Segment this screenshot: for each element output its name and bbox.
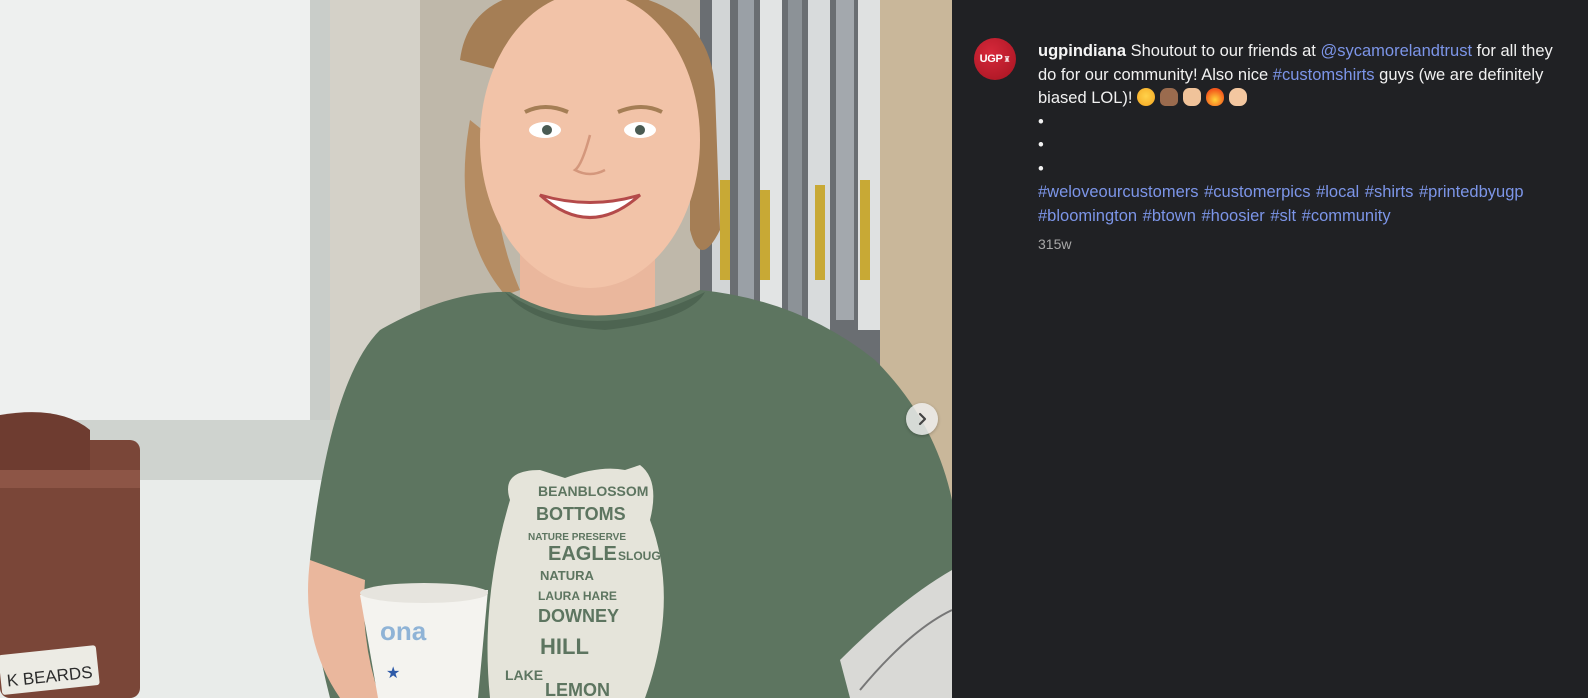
hashtag-link[interactable]: #customshirts [1273, 66, 1375, 84]
caption-dot: • [1038, 159, 1044, 178]
hashtag-link[interactable]: #local [1316, 183, 1359, 201]
svg-text:LEMON: LEMON [545, 680, 610, 698]
svg-text:LAKE: LAKE [505, 667, 543, 683]
svg-text:HILL: HILL [540, 634, 589, 659]
caption-dot: • [1038, 112, 1044, 131]
hashtag-link[interactable]: #btown [1143, 207, 1196, 225]
svg-text:SLOUGH: SLOUGH [618, 549, 669, 563]
next-photo-button[interactable] [906, 403, 938, 435]
mention-link[interactable]: @sycamorelandtrust [1320, 42, 1472, 60]
svg-text:LAURA HARE: LAURA HARE [538, 589, 617, 603]
chevron-right-icon [918, 412, 927, 426]
thumbs-up-emoji-icon [1183, 88, 1202, 106]
shield-icon: ♜ [1003, 54, 1011, 64]
photo-illustration: K BEARDS BEANBLOSSOM BOTTOMS NATURE PRES… [0, 0, 952, 698]
ok-hand-emoji-icon [1229, 88, 1248, 106]
svg-text:NATURE PRESERVE: NATURE PRESERVE [528, 532, 626, 543]
hashtag-link[interactable]: #weloveourcustomers [1038, 183, 1199, 201]
post-photo[interactable]: K BEARDS BEANBLOSSOM BOTTOMS NATURE PRES… [0, 0, 952, 698]
caption-lead: Shoutout to our friends at [1130, 42, 1316, 60]
cup-label: ona [380, 616, 427, 646]
hashtag-link[interactable]: #shirts [1365, 183, 1414, 201]
svg-text:BEANBLOSSOM: BEANBLOSSOM [538, 483, 648, 499]
hashtag-link[interactable]: #slt [1270, 207, 1296, 225]
hashtag-link[interactable]: #bloomington [1038, 207, 1137, 225]
hashtag-link[interactable]: #hoosier [1201, 207, 1264, 225]
avatar[interactable]: UGP ♜ [974, 38, 1016, 80]
instagram-post: K BEARDS BEANBLOSSOM BOTTOMS NATURE PRES… [0, 0, 1588, 698]
post-timestamp[interactable]: 315w [1038, 236, 1071, 252]
smirk-emoji-icon [1137, 88, 1156, 106]
svg-text:NATURA: NATURA [540, 568, 595, 583]
avatar-text: UGP [979, 53, 1003, 65]
svg-text:BOTTOMS: BOTTOMS [536, 504, 626, 524]
post-caption: ugpindiana Shoutout to our friends at @s… [1038, 40, 1568, 228]
fire-emoji-icon [1206, 88, 1225, 106]
hashtag-link[interactable]: #printedbyugp [1419, 183, 1524, 201]
caption-dot: • [1038, 136, 1044, 154]
svg-text:EAGLE: EAGLE [548, 543, 617, 565]
raised-hands-emoji-icon [1160, 88, 1179, 106]
hashtag-list: #weloveourcustomers #customerpics #local… [1038, 183, 1525, 225]
hashtag-link[interactable]: #community [1302, 207, 1391, 225]
username-link[interactable]: ugpindiana [1038, 42, 1126, 60]
svg-text:★: ★ [386, 665, 400, 682]
hashtag-link[interactable]: #customerpics [1204, 183, 1310, 201]
svg-text:DOWNEY: DOWNEY [538, 606, 619, 626]
